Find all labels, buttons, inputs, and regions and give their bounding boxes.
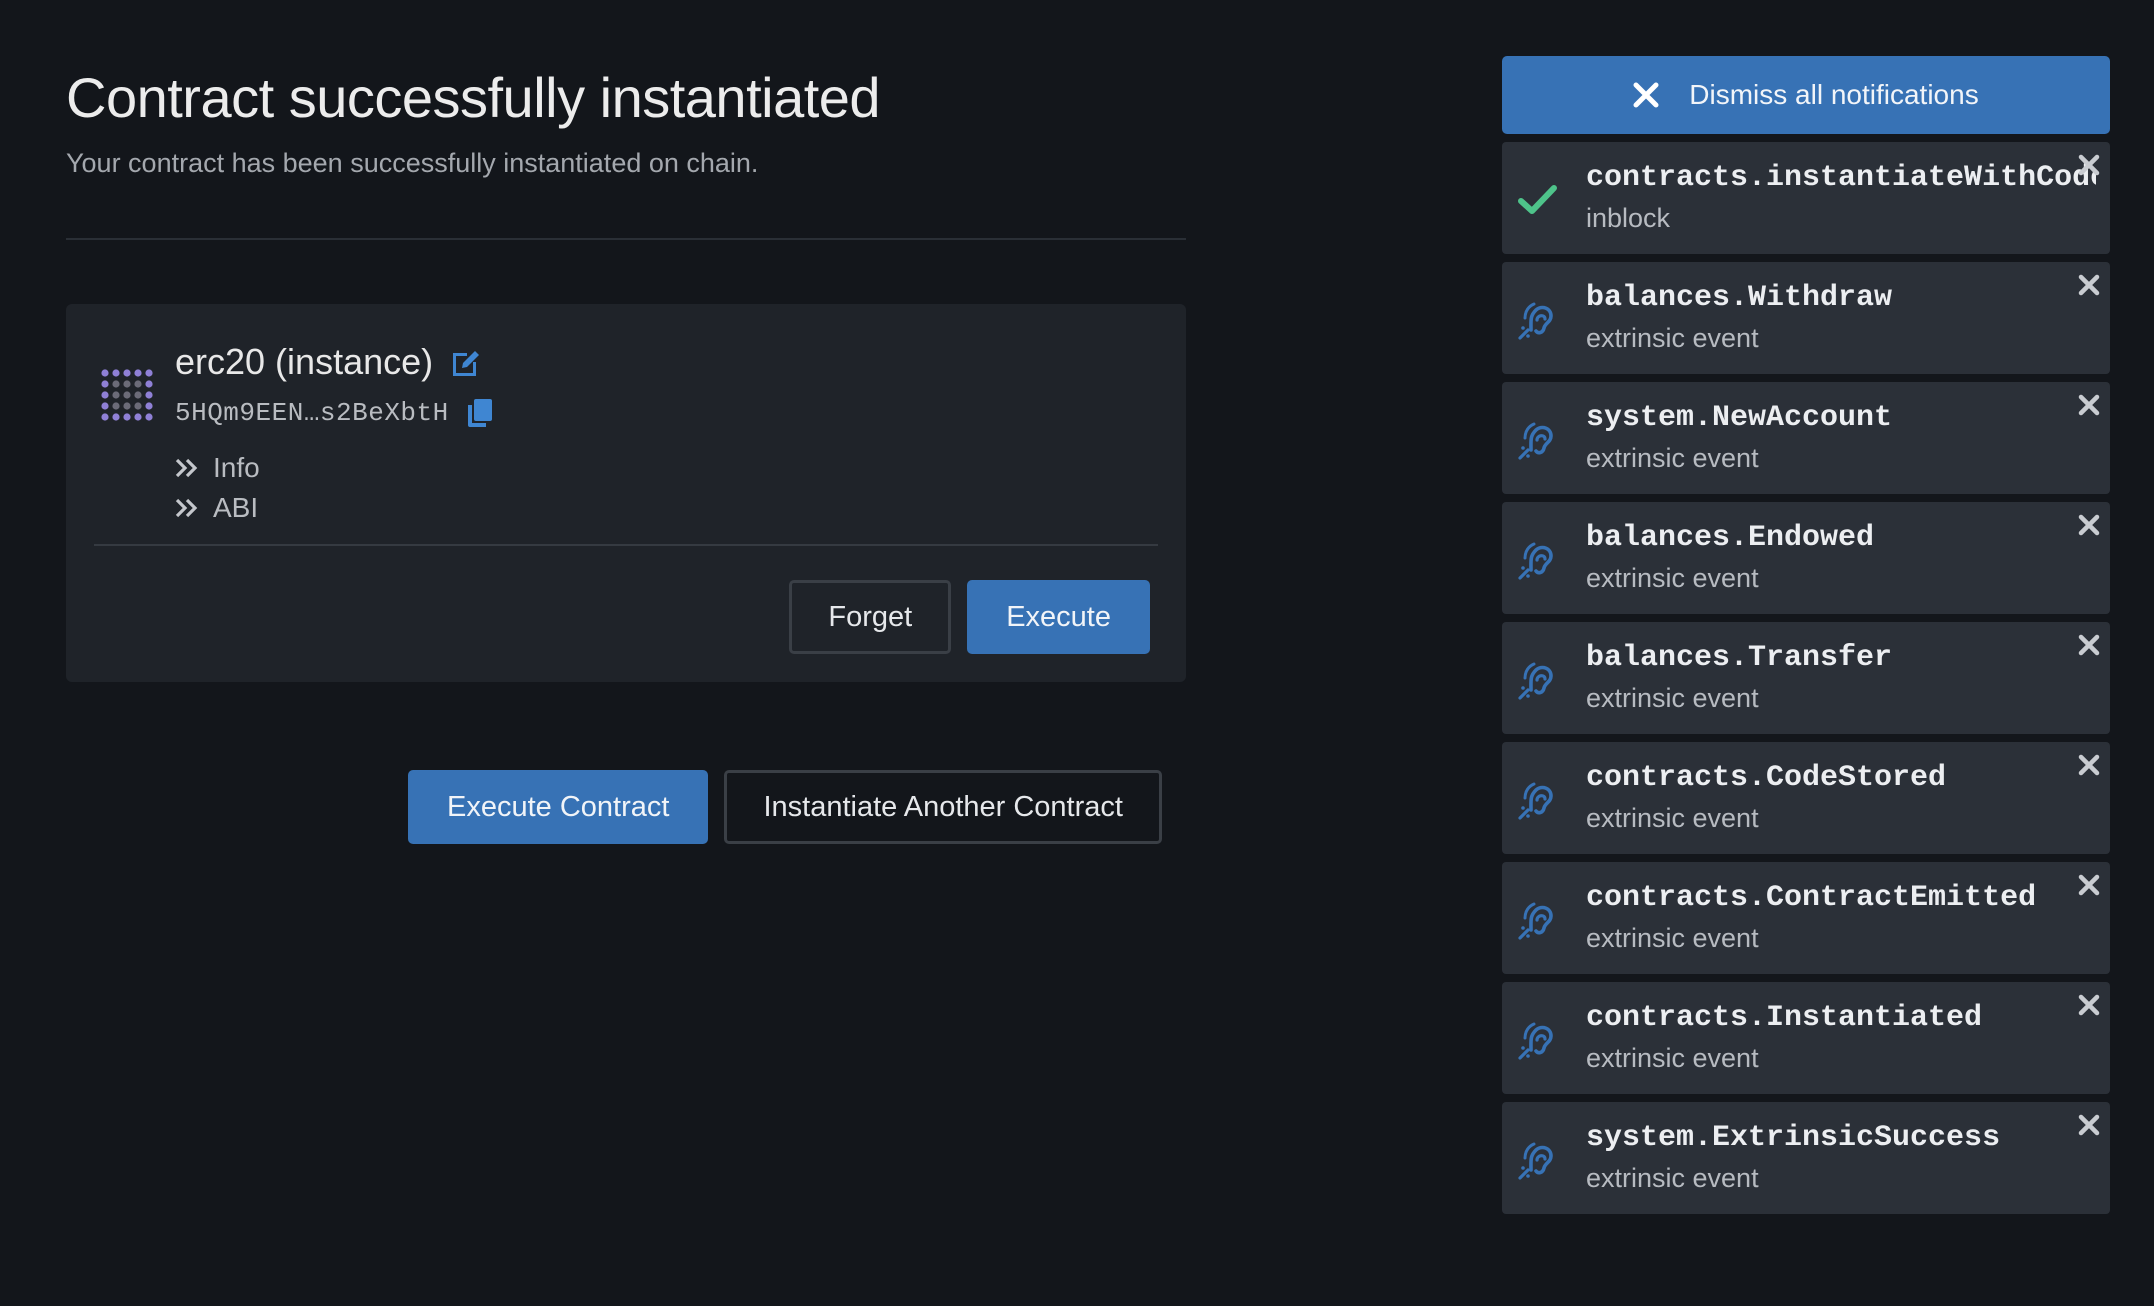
close-icon xyxy=(1633,82,1659,108)
notification-subtitle: extrinsic event xyxy=(1586,803,1759,833)
contract-name-row: erc20 (instance) xyxy=(175,334,495,390)
notification-item: balances.Endowed extrinsic event xyxy=(1502,502,2110,614)
bottom-actions: Execute Contract Instantiate Another Con… xyxy=(408,770,1162,844)
notification-item: contracts.Instantiated extrinsic event xyxy=(1502,982,2110,1094)
notification-list: contracts.instantiateWithCode inblock ba… xyxy=(1502,142,2110,1214)
close-icon[interactable] xyxy=(2076,992,2102,1018)
double-chevron-right-icon xyxy=(175,458,198,478)
notification-title: contracts.Instantiated xyxy=(1586,1001,1983,1035)
contract-card: erc20 (instance) 5HQm9EEN…s2BeXbtH Info … xyxy=(66,304,1186,682)
page-title: Contract successfully instantiated xyxy=(66,66,881,129)
notification-subtitle: extrinsic event xyxy=(1586,563,1759,593)
close-icon[interactable] xyxy=(2076,512,2102,538)
execute-contract-button[interactable]: Execute Contract xyxy=(408,770,709,844)
divider xyxy=(66,238,1186,240)
contract-info: erc20 (instance) 5HQm9EEN…s2BeXbtH Info … xyxy=(175,334,495,528)
info-link[interactable]: Info xyxy=(175,448,495,488)
dismiss-all-notifications-button[interactable]: Dismiss all notifications xyxy=(1502,56,2110,134)
notification-item: system.ExtrinsicSuccess extrinsic event xyxy=(1502,1102,2110,1214)
check-icon xyxy=(1518,185,1557,214)
notification-subtitle: extrinsic event xyxy=(1586,443,1759,473)
contract-card-actions: Forget Execute xyxy=(789,580,1150,654)
notification-subtitle: extrinsic event xyxy=(1586,1043,1759,1073)
notification-item: contracts.ContractEmitted extrinsic even… xyxy=(1502,862,2110,974)
close-icon[interactable] xyxy=(2076,632,2102,658)
notification-subtitle: inblock xyxy=(1586,203,1671,233)
main-content: Contract successfully instantiated Your … xyxy=(66,60,1186,844)
assistive-listening-icon xyxy=(1518,902,1553,940)
notification-title: contracts.CodeStored xyxy=(1586,761,1947,795)
assistive-listening-icon xyxy=(1518,782,1553,820)
assistive-listening-icon xyxy=(1518,422,1553,460)
page-subtitle: Your contract has been successfully inst… xyxy=(66,148,759,178)
close-icon[interactable] xyxy=(2076,392,2102,418)
close-icon[interactable] xyxy=(2076,752,2102,778)
assistive-listening-icon xyxy=(1518,662,1553,700)
execute-button[interactable]: Execute xyxy=(967,580,1150,654)
assistive-listening-icon xyxy=(1518,542,1553,580)
notification-subtitle: extrinsic event xyxy=(1586,1163,1759,1193)
forget-button[interactable]: Forget xyxy=(789,580,952,654)
notification-subtitle: extrinsic event xyxy=(1586,323,1759,353)
assistive-listening-icon xyxy=(1518,1142,1553,1180)
close-icon[interactable] xyxy=(2076,272,2102,298)
contract-address-row: 5HQm9EEN…s2BeXbtH xyxy=(175,394,495,432)
card-divider xyxy=(94,544,1158,546)
abi-link[interactable]: ABI xyxy=(175,488,495,528)
notification-title: balances.Transfer xyxy=(1586,641,1893,675)
close-icon[interactable] xyxy=(2076,1112,2102,1138)
notification-title: system.NewAccount xyxy=(1586,401,1893,435)
copy-icon[interactable] xyxy=(465,397,495,429)
contract-address: 5HQm9EEN…s2BeXbtH xyxy=(175,398,449,428)
notification-item: balances.Transfer extrinsic event xyxy=(1502,622,2110,734)
contract-links: Info ABI xyxy=(175,448,495,528)
notification-item: system.NewAccount extrinsic event xyxy=(1502,382,2110,494)
info-link-label: Info xyxy=(213,452,260,483)
contract-name: erc20 (instance) xyxy=(175,341,434,382)
notification-title: system.ExtrinsicSuccess xyxy=(1586,1121,2001,1155)
edit-icon[interactable] xyxy=(449,345,483,379)
identicon-icon xyxy=(101,369,153,421)
notification-subtitle: extrinsic event xyxy=(1586,923,1759,953)
double-chevron-right-icon xyxy=(175,498,198,518)
close-icon[interactable] xyxy=(2076,872,2102,898)
notification-item: contracts.instantiateWithCode inblock xyxy=(1502,142,2110,254)
assistive-listening-icon xyxy=(1518,1022,1553,1060)
notification-subtitle: extrinsic event xyxy=(1586,683,1759,713)
notification-title: balances.Endowed xyxy=(1586,521,1875,555)
contract-card-header: erc20 (instance) 5HQm9EEN…s2BeXbtH Info … xyxy=(100,334,495,528)
instantiate-another-contract-button[interactable]: Instantiate Another Contract xyxy=(724,770,1162,844)
dismiss-all-label: Dismiss all notifications xyxy=(1689,79,1979,110)
notifications-panel: Dismiss all notifications contracts.inst… xyxy=(1502,56,2110,1214)
close-icon[interactable] xyxy=(2076,152,2102,178)
assistive-listening-icon xyxy=(1518,302,1553,340)
notification-title: contracts.instantiateWithCode xyxy=(1586,161,2096,195)
notification-title: contracts.ContractEmitted xyxy=(1586,881,2037,915)
notification-item: balances.Withdraw extrinsic event xyxy=(1502,262,2110,374)
page: Contract successfully instantiated Your … xyxy=(0,0,2154,1306)
notification-title: balances.Withdraw xyxy=(1586,281,1893,315)
abi-link-label: ABI xyxy=(213,492,259,523)
notification-item: contracts.CodeStored extrinsic event xyxy=(1502,742,2110,854)
